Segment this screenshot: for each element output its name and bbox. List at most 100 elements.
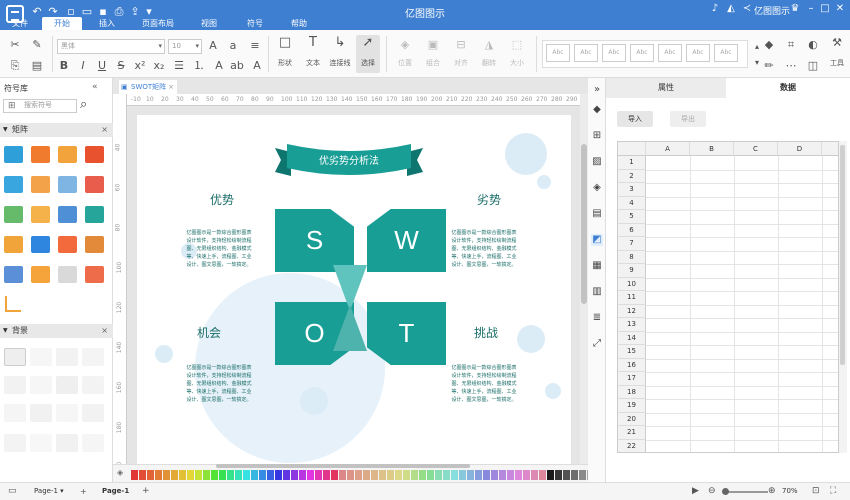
color-swatch[interactable]: [291, 470, 298, 480]
color-swatch[interactable]: [467, 470, 474, 480]
background-swatch[interactable]: [4, 348, 26, 366]
collapse-panel-icon[interactable]: «: [92, 82, 98, 92]
color-swatch[interactable]: [179, 470, 186, 480]
color-swatch[interactable]: [539, 470, 546, 480]
import-button[interactable]: 导入: [617, 111, 653, 127]
strikethrough-icon[interactable]: S: [114, 59, 128, 73]
add-page-icon[interactable]: +: [80, 487, 87, 496]
color-swatch[interactable]: [347, 470, 354, 480]
image-panel-icon[interactable]: ▨: [591, 156, 603, 168]
style-preset-4[interactable]: Abc: [630, 44, 654, 62]
grid-row-header[interactable]: 22: [618, 439, 646, 452]
color-swatch[interactable]: [371, 470, 378, 480]
style-preset-1[interactable]: Abc: [546, 44, 570, 62]
matrix-shape[interactable]: [31, 176, 50, 193]
color-swatch[interactable]: [491, 470, 498, 480]
play-icon[interactable]: ▶: [692, 486, 699, 496]
menu-page-layout[interactable]: 页面布局: [136, 17, 180, 30]
library-icon[interactable]: ⊞: [8, 101, 16, 111]
grid-row-header[interactable]: 5: [618, 210, 646, 224]
grid-row-header[interactable]: 8: [618, 250, 646, 264]
color-swatch[interactable]: [579, 470, 586, 480]
t-shirt-icon[interactable]: ◭: [724, 3, 738, 14]
grid-row-header[interactable]: 1: [618, 156, 646, 170]
close-tab-icon[interactable]: ×: [168, 80, 174, 94]
color-swatch[interactable]: [195, 470, 202, 480]
numbered-list-icon[interactable]: ⒈: [192, 59, 206, 73]
color-swatch[interactable]: [299, 470, 306, 480]
style-preset-5[interactable]: Abc: [658, 44, 682, 62]
style-panel-icon[interactable]: ⊞: [591, 130, 603, 142]
matrix-shape[interactable]: [85, 206, 104, 223]
format-panel-icon[interactable]: ≣: [591, 312, 603, 324]
color-swatch[interactable]: [251, 470, 258, 480]
menu-home[interactable]: 开始: [42, 17, 82, 30]
color-swatch[interactable]: [507, 470, 514, 480]
matrix-shape[interactable]: [31, 206, 50, 223]
grid-column-header[interactable]: A: [646, 142, 690, 156]
background-swatch[interactable]: [30, 434, 52, 452]
menu-view[interactable]: 视图: [194, 17, 224, 30]
color-swatches[interactable]: [131, 470, 610, 480]
color-swatch[interactable]: [435, 470, 442, 480]
grid-column-header[interactable]: E: [822, 142, 838, 156]
grid-row-header[interactable]: 18: [618, 385, 646, 399]
background-swatch[interactable]: [56, 348, 78, 366]
position-icon[interactable]: ◈: [398, 38, 412, 52]
axis-shape[interactable]: [5, 296, 21, 312]
color-swatch[interactable]: [555, 470, 562, 480]
data-panel-icon[interactable]: ◩: [591, 234, 603, 246]
line-style-icon[interactable]: ⋯: [784, 59, 798, 73]
grid-row-header[interactable]: 19: [618, 399, 646, 413]
color-swatch[interactable]: [483, 470, 490, 480]
swot-quadrant-w[interactable]: W: [367, 209, 446, 272]
grid-row-header[interactable]: 14: [618, 331, 646, 345]
crop-icon[interactable]: ⌗: [784, 38, 798, 52]
menu-help[interactable]: 帮助: [284, 17, 314, 30]
color-swatch[interactable]: [275, 470, 282, 480]
size-icon[interactable]: ⬚: [510, 38, 524, 52]
expand-panel-icon[interactable]: »: [591, 84, 603, 96]
menu-insert[interactable]: 插入: [92, 17, 122, 30]
grid-corner[interactable]: [618, 142, 646, 156]
color-swatch[interactable]: [331, 470, 338, 480]
zoom-in-icon[interactable]: ⊕: [768, 486, 776, 496]
layers-panel-icon[interactable]: ◈: [591, 182, 603, 194]
new-page-icon[interactable]: +: [142, 486, 150, 496]
color-swatch[interactable]: [427, 470, 434, 480]
matrix-shape[interactable]: [58, 206, 77, 223]
color-swatch[interactable]: [363, 470, 370, 480]
matrix-shape[interactable]: [58, 236, 77, 253]
matrix-shape[interactable]: [31, 266, 50, 283]
fill-icon[interactable]: ◆: [762, 38, 776, 52]
background-swatch[interactable]: [82, 348, 104, 366]
user-name[interactable]: 亿图图示: [754, 4, 790, 17]
font-shrink-icon[interactable]: a: [226, 39, 240, 53]
matrix-shape[interactable]: [4, 206, 23, 223]
section-background[interactable]: ▼ 背景 ×: [0, 324, 113, 338]
swot-quadrant-t[interactable]: T: [367, 302, 446, 365]
background-swatch[interactable]: [56, 404, 78, 422]
close-icon[interactable]: ✕: [833, 3, 847, 14]
shape-tool-label[interactable]: 形状: [272, 58, 298, 68]
background-swatch[interactable]: [4, 404, 26, 422]
menu-symbol[interactable]: 符号: [240, 17, 270, 30]
flip-icon[interactable]: ◮: [482, 38, 496, 52]
zoom-slider[interactable]: [722, 488, 768, 495]
grid-row-header[interactable]: 15: [618, 345, 646, 359]
underline-icon[interactable]: U: [95, 59, 109, 73]
color-swatch[interactable]: [395, 470, 402, 480]
grid-row-header[interactable]: 4: [618, 196, 646, 210]
color-swatch[interactable]: [475, 470, 482, 480]
color-swatch[interactable]: [267, 470, 274, 480]
fit-page-icon[interactable]: ⊡: [812, 486, 820, 496]
background-swatch[interactable]: [30, 404, 52, 422]
tools-label[interactable]: 工具: [826, 58, 848, 68]
style-preset-6[interactable]: Abc: [686, 44, 710, 62]
connector-tool-label[interactable]: 连接线: [326, 58, 354, 68]
tab-data[interactable]: 数据: [726, 78, 850, 98]
background-swatch[interactable]: [56, 376, 78, 394]
grid-row-header[interactable]: 9: [618, 264, 646, 278]
color-swatch[interactable]: [403, 470, 410, 480]
grid-column-header[interactable]: D: [778, 142, 822, 156]
